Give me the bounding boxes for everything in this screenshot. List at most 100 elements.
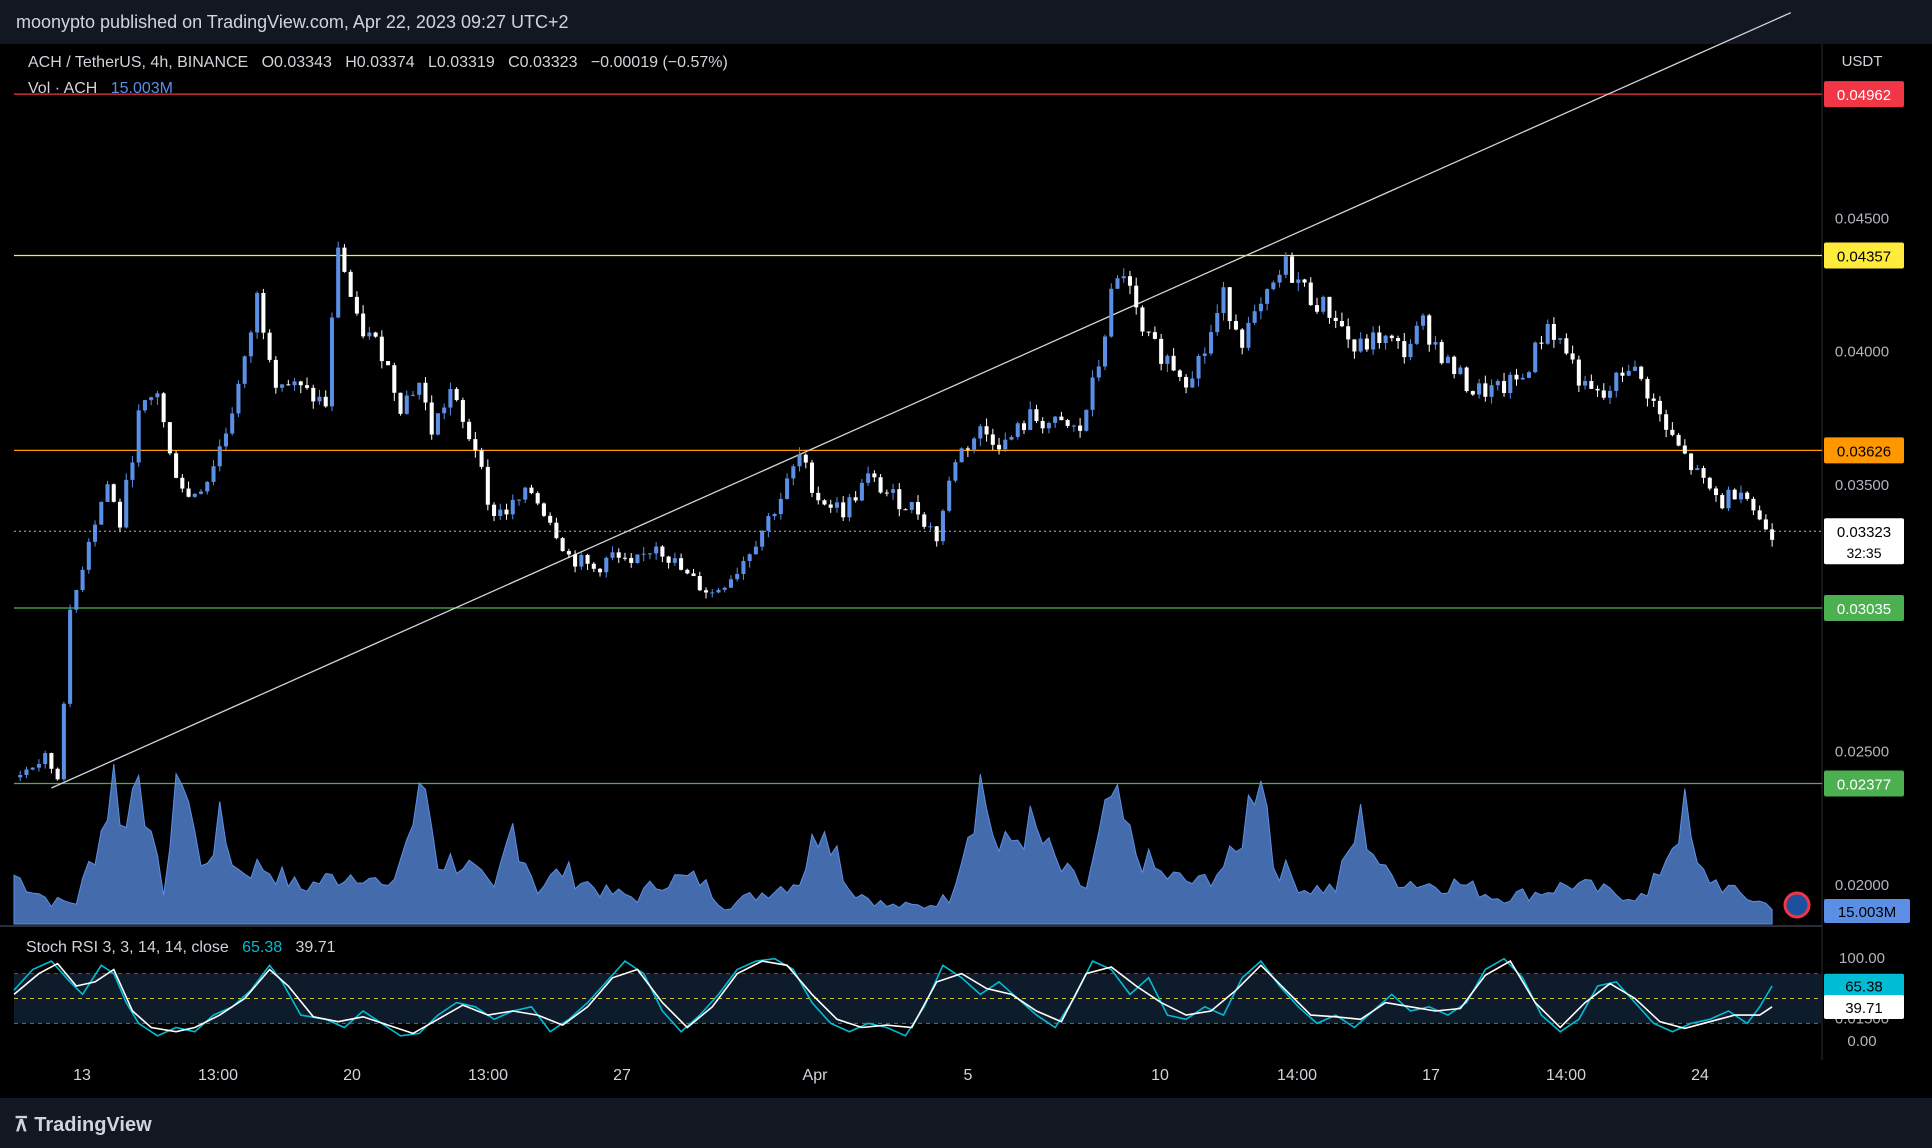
candle-body-92 [585,554,590,564]
candle-body-201 [1265,289,1270,304]
candle-body-230 [1445,356,1450,364]
chart-canvas[interactable]: 0.04962 0.04357 0.03626 0.03035 0.02377 0.033… [0,0,1932,1148]
candle-body-141 [891,489,896,493]
volume-tag-text: 15.003M [1838,904,1896,921]
candle-75 [479,447,484,470]
candle-body-211 [1327,296,1332,318]
candle-body-129 [816,492,821,501]
candle-54 [348,269,353,297]
candle-body-202 [1271,282,1276,290]
candle-body-219 [1377,332,1382,344]
candle-8 [61,701,66,782]
candle-body-212 [1333,317,1338,321]
candle-body-136 [859,482,864,501]
candle-body-243 [1526,372,1532,378]
candle-body-90 [573,554,578,567]
candle-body-20 [136,410,141,463]
time-tick-8: 14:00 [1277,1067,1317,1084]
level-tag-4: 0.02377 [1824,770,1904,797]
candle-body-44 [286,384,291,386]
candle-body-5 [43,753,48,765]
candle-body-220 [1383,335,1388,344]
candle-body-85 [541,503,546,516]
candle-body-46 [298,381,303,386]
candle-body-247 [1551,324,1556,340]
candle-body-241 [1514,374,1519,380]
candle-body-14 [99,501,104,525]
candle-body-128 [809,462,815,493]
candle-body-178 [1121,276,1126,279]
candle-body-41 [267,332,272,360]
candle-73 [467,418,472,442]
level-tag-0: 0.04962 [1824,81,1904,108]
candle-body-148 [934,526,939,542]
candle-body-208 [1308,282,1313,306]
candle-body-126 [797,454,802,467]
candle-275 [1726,486,1731,512]
candle-body-105 [666,556,671,563]
candle-7 [55,767,60,781]
candle-body-17 [117,501,123,528]
candle-body-226 [1420,315,1426,326]
candle-body-181 [1140,307,1145,332]
candle-body-81 [516,499,522,501]
candle-body-170 [1071,425,1076,427]
candle-body-281 [1763,519,1768,530]
candle-body-97 [616,552,621,558]
candle-body-106 [672,558,677,563]
candle-body-257 [1614,372,1619,391]
candle-body-12 [86,541,91,570]
candle-body-194 [1221,287,1226,314]
candle-172 [1084,409,1089,432]
candle-body-63 [404,395,409,414]
tradingview-logo-icon: ⊼ [14,1114,29,1136]
candle-body-107 [679,558,684,570]
candle-body-132 [834,502,839,508]
candle-body-110 [697,576,702,591]
change-value: −0.00019 (−0.57%) [590,54,728,71]
candle-body-57 [367,332,372,337]
candle-body-277 [1738,492,1743,500]
candle-body-222 [1396,338,1401,342]
candle-body-209 [1314,305,1320,312]
candle-body-50 [323,396,328,407]
candle-body-271 [1701,468,1706,478]
candle-body-66 [423,382,428,403]
candle-body-233 [1464,367,1469,392]
candle-body-272 [1707,477,1712,489]
candle-body-232 [1458,367,1463,375]
candle-body-79 [504,509,509,515]
candle-body-143 [903,509,908,511]
candle-body-240 [1508,374,1513,394]
brand-label: TradingView [34,1114,152,1136]
candle-39 [255,291,260,339]
candle-body-1 [18,775,23,778]
candle-body-99 [629,557,634,563]
candle-body-23 [155,393,160,398]
candle-body-116 [735,573,740,580]
candle-body-96 [610,552,615,558]
candle-body-113 [716,589,721,593]
candle-body-248 [1558,338,1563,340]
candle-53 [342,244,347,273]
tradingview-logo[interactable]: ⊼ TradingView [14,1112,152,1137]
candle-body-18 [124,479,129,528]
candle-body-48 [311,387,316,402]
candle-276 [1732,488,1737,500]
candle-body-86 [548,515,553,523]
candle-body-180 [1134,285,1139,308]
candle-128 [809,459,815,498]
candle-body-214 [1346,326,1351,340]
time-tick-3: 13:00 [468,1067,508,1084]
candle-body-163 [1028,409,1033,431]
candle-body-278 [1745,492,1750,499]
candle-body-112 [710,592,715,594]
stoch-k-tag-text: 65.38 [1845,979,1883,996]
candle-body-174 [1096,366,1101,378]
candle-body-189 [1190,378,1195,388]
candle-body-234 [1470,391,1475,395]
candle-body-225 [1414,325,1419,344]
level-tag-3: 0.03035 [1824,595,1904,621]
candle-100 [635,554,640,564]
candle-body-60 [386,361,391,366]
